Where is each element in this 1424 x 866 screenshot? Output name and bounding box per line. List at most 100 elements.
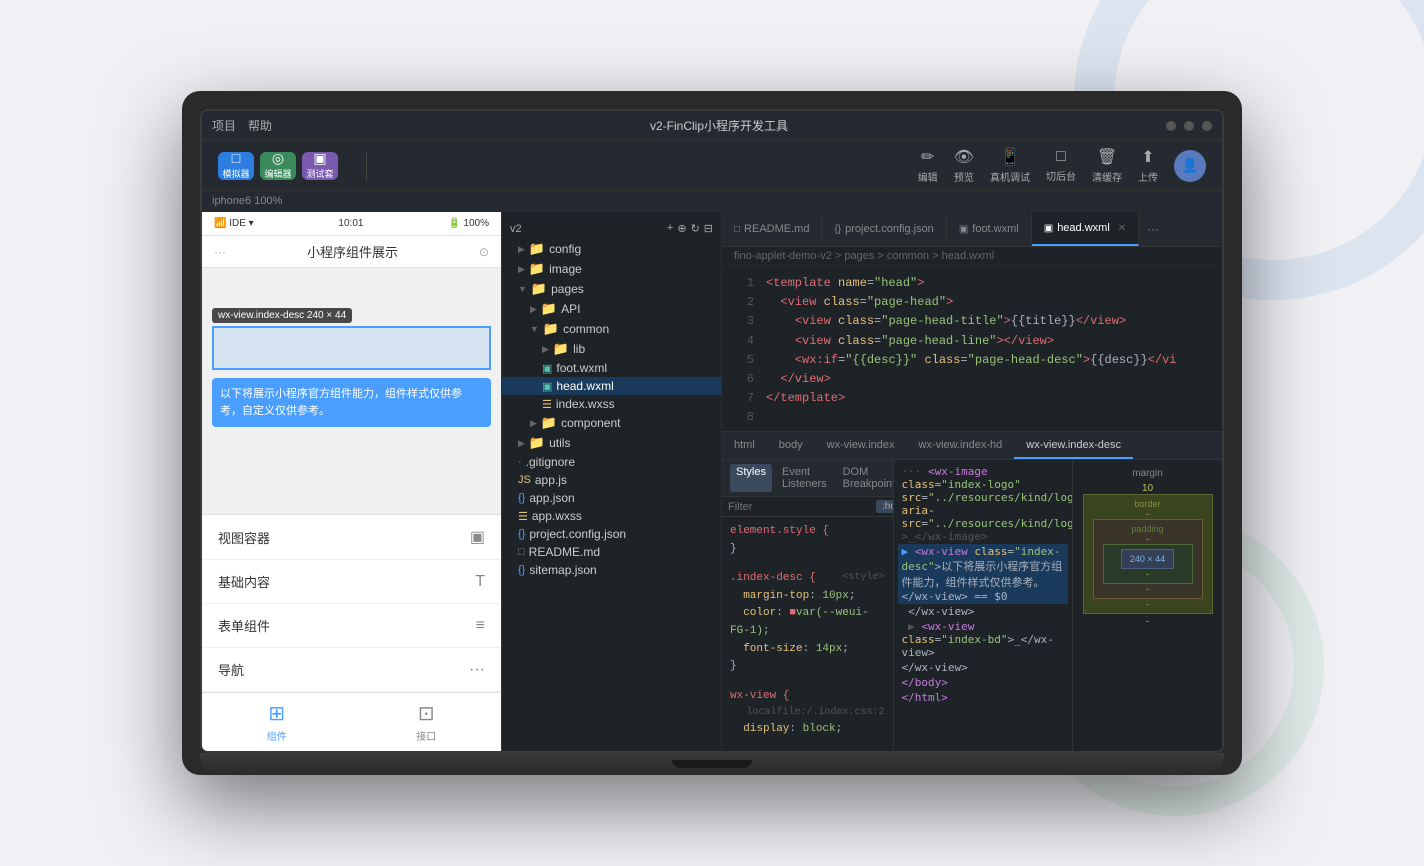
tab-project-icon: {} — [834, 224, 841, 235]
tree-item-app-json[interactable]: {} app.json — [502, 489, 721, 507]
phone-bottom-nav: ⊞ 组件 ⊡ 接口 — [202, 692, 501, 751]
main-layout: 📶 IDE ▾ 10:01 🔋 100% ··· 小程序组件展示 ⊙ wx-vi… — [202, 212, 1222, 751]
css-val: 14px — [816, 643, 842, 655]
css-source: localfile:/.index.css:2 — [746, 705, 884, 721]
tab-readme[interactable]: □ README.md — [722, 212, 822, 246]
tree-item-gitignore[interactable]: · .gitignore — [502, 453, 721, 471]
menu-bar: 项目 帮助 — [212, 117, 272, 134]
html-line-3[interactable]: </wx-view> — [898, 604, 1069, 619]
new-folder-icon[interactable]: ⊕ — [677, 222, 686, 235]
code-content: <view class="page-head"> — [766, 293, 953, 312]
event-listeners-tab[interactable]: Event Listeners — [776, 464, 833, 492]
folder-icon: 📁 — [541, 415, 557, 431]
tab-wx-index-hd[interactable]: wx-view.index-hd — [907, 432, 1015, 459]
html-line-2[interactable]: ▶ <wx-view class="index-desc">以下将展示小程序官方… — [898, 544, 1069, 604]
device-debug-action[interactable]: 📱 真机调试 — [990, 147, 1030, 184]
css-val: 10px — [822, 590, 848, 602]
nav-component[interactable]: ⊞ 组件 — [202, 701, 352, 743]
menu-item-help[interactable]: 帮助 — [248, 117, 272, 134]
nav-api-icon: ⊡ — [418, 701, 435, 726]
tree-item-image[interactable]: ▶ 📁 image — [502, 259, 721, 279]
html-line-5[interactable]: </wx-view> — [898, 660, 1069, 675]
tree-item-component[interactable]: ▶ 📁 component — [502, 413, 721, 433]
tree-item-config[interactable]: ▶ 📁 config — [502, 239, 721, 259]
filter-hover[interactable]: :hov — [876, 500, 893, 513]
edit-action[interactable]: ✏ 编辑 — [918, 147, 938, 184]
filter-input[interactable] — [728, 501, 870, 513]
user-avatar[interactable]: 👤 — [1174, 150, 1206, 182]
refresh-icon[interactable]: ↻ — [691, 222, 700, 235]
code-content: <template name="head"> — [766, 274, 924, 293]
simulator-btn[interactable]: □ 模拟器 — [218, 152, 254, 180]
box-content: 240 × 44 — [1121, 549, 1174, 569]
tab-wx-index[interactable]: wx-view.index — [815, 432, 907, 459]
menu-item-basic[interactable]: 基础内容 T — [202, 560, 501, 604]
tree-item-readme[interactable]: □ README.md — [502, 543, 721, 561]
background-action[interactable]: □ 切后台 — [1046, 148, 1076, 183]
phone-frame: 📶 IDE ▾ 10:01 🔋 100% ··· 小程序组件展示 ⊙ wx-vi… — [202, 212, 501, 751]
clear-cache-action[interactable]: 🗑 清缓存 — [1092, 147, 1122, 184]
tab-body[interactable]: body — [767, 432, 815, 459]
file-icon: · — [518, 456, 522, 468]
close-btn[interactable] — [1202, 121, 1212, 131]
element-size-badge: wx-view.index-desc 240 × 44 — [212, 308, 352, 323]
menu-item-basic-icon: T — [475, 573, 485, 591]
tree-item-common[interactable]: ▼ 📁 common — [502, 319, 721, 339]
collapse-icon[interactable]: ⊟ — [704, 222, 713, 235]
editor-btn[interactable]: ◎ 编辑器 — [260, 152, 296, 180]
tab-readme-label: README.md — [744, 223, 809, 235]
tree-item-index-wxss[interactable]: ☰ index.wxss — [502, 395, 721, 413]
ide-window: 项目 帮助 v2-FinClip小程序开发工具 □ 模拟器 — [202, 111, 1222, 751]
nav-component-label: 组件 — [267, 728, 287, 743]
tab-close-icon[interactable]: ✕ — [1118, 223, 1126, 234]
upload-action[interactable]: ⬆ 上传 — [1138, 147, 1158, 184]
html-line-1[interactable]: ··· <wx-image class="index-logo" src="..… — [898, 464, 1069, 544]
tree-item-sitemap[interactable]: {} sitemap.json — [502, 561, 721, 579]
phone-content: wx-view.index-desc 240 × 44 以下将展示小程序官方组件… — [202, 268, 501, 514]
tree-header: v2 + ⊕ ↻ ⊟ — [502, 218, 721, 239]
test-btn[interactable]: ▣ 测试套 — [302, 152, 338, 180]
folder-icon: 📁 — [543, 321, 559, 337]
html-line-6[interactable]: </body> — [898, 675, 1069, 690]
html-line-7[interactable]: </html> — [898, 690, 1069, 705]
minimize-btn[interactable] — [1166, 121, 1176, 131]
maximize-btn[interactable] — [1184, 121, 1194, 131]
dom-breakpoints-tab[interactable]: DOM Breakpoints — [837, 464, 893, 492]
window-controls — [1166, 121, 1212, 131]
tree-item-utils[interactable]: ▶ 📁 utils — [502, 433, 721, 453]
phone-menu: 视图容器 ▣ 基础内容 T 表单组件 ≡ — [202, 514, 501, 692]
tree-item-api[interactable]: ▶ 📁 API — [502, 299, 721, 319]
code-content: </template> — [766, 389, 845, 408]
tree-item-app-wxss[interactable]: ☰ app.wxss — [502, 507, 721, 525]
new-file-icon[interactable]: + — [667, 222, 673, 235]
nav-api[interactable]: ⊡ 接口 — [352, 701, 502, 743]
test-label: 测试套 — [306, 167, 333, 180]
tree-item-project-config[interactable]: {} project.config.json — [502, 525, 721, 543]
menu-item-nav-icon: ··· — [469, 661, 485, 679]
tab-project-config[interactable]: {} project.config.json — [822, 212, 946, 246]
tree-item-foot-wxml[interactable]: ▣ foot.wxml — [502, 359, 721, 377]
editor-icon: ◎ — [272, 151, 284, 165]
menu-item-project[interactable]: 项目 — [212, 117, 236, 134]
upload-label: 上传 — [1138, 169, 1158, 184]
tree-item-label: pages — [551, 282, 584, 296]
tree-item-pages[interactable]: ▼ 📁 pages — [502, 279, 721, 299]
menu-item-form[interactable]: 表单组件 ≡ — [202, 604, 501, 648]
preview-action[interactable]: 👁 预览 — [954, 147, 974, 184]
tab-foot[interactable]: ▣ foot.wxml — [947, 212, 1032, 246]
tree-item-head-wxml[interactable]: ▣ head.wxml — [502, 377, 721, 395]
menu-item-nav[interactable]: 导航 ··· — [202, 648, 501, 692]
tree-item-lib[interactable]: ▶ 📁 lib — [502, 339, 721, 359]
tab-project-label: project.config.json — [845, 223, 934, 235]
styles-tab[interactable]: Styles — [730, 464, 772, 492]
folder-icon: 📁 — [529, 241, 545, 257]
menu-item-view[interactable]: 视图容器 ▣ — [202, 515, 501, 560]
tree-item-label: app.json — [529, 491, 574, 505]
tab-wx-index-desc[interactable]: wx-view.index-desc — [1014, 432, 1133, 459]
tab-more-btn[interactable]: ··· — [1139, 222, 1167, 236]
tab-wxml[interactable]: html — [722, 432, 767, 459]
html-line-4[interactable]: ▶ <wx-view class="index-bd">_</wx-view> — [898, 619, 1069, 660]
tab-head[interactable]: ▣ head.wxml ✕ — [1032, 212, 1139, 246]
code-editor[interactable]: 1 <template name="head"> 2 <view class="… — [722, 266, 1222, 431]
tree-item-app-js[interactable]: JS app.js — [502, 471, 721, 489]
